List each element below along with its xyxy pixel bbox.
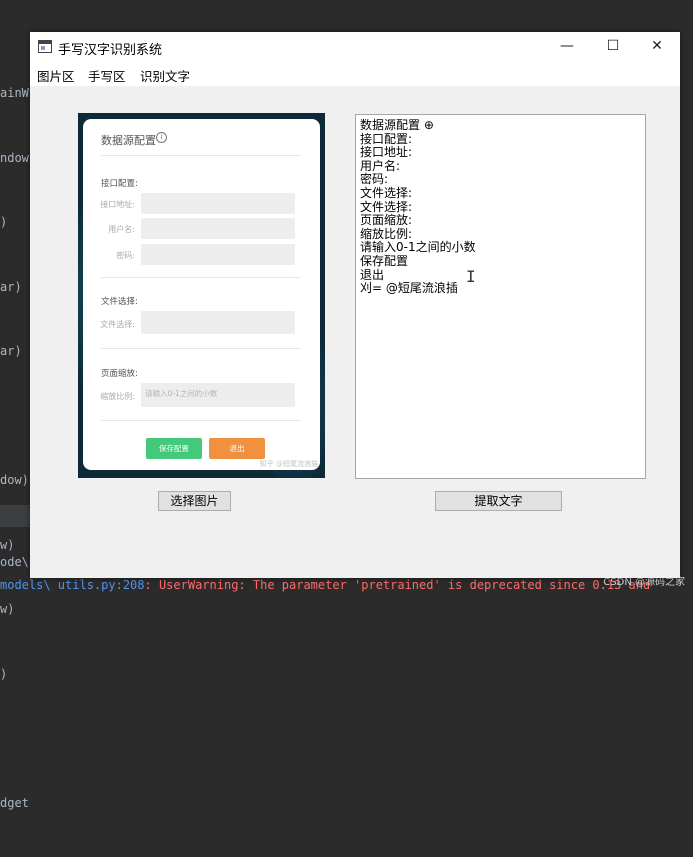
screenshot-config-card: 数据源配置 i 接口配置: 接口地址: 用户名: 密码: 文件选择: 文件选择:… bbox=[83, 119, 320, 470]
text-line: 刈= @短尾流浪插 bbox=[360, 281, 458, 296]
text-line: 数据源配置 ⊕ bbox=[360, 118, 434, 132]
label-password: 密码: bbox=[116, 251, 135, 260]
menu-item-handwriting-area[interactable]: 手写区 bbox=[88, 66, 126, 85]
window-title: 手写汉字识别系统 bbox=[58, 43, 163, 58]
app-window-icon bbox=[38, 40, 52, 53]
console-file-link[interactable]: models\ utils.py:208 bbox=[0, 578, 145, 592]
label-interface-address: 接口地址: bbox=[100, 200, 135, 209]
code-line: ar) bbox=[0, 344, 22, 358]
ide-bottom-fragment: ode\ bbox=[0, 555, 29, 569]
password-field bbox=[141, 244, 295, 265]
text-line: 接口地址: bbox=[360, 145, 413, 160]
label-username: 用户名: bbox=[108, 225, 135, 234]
divider bbox=[101, 420, 301, 421]
text-line: 文件选择: bbox=[360, 185, 413, 200]
card-save-button: 保存配置 bbox=[146, 438, 202, 459]
console-warning-text: : UserWarning: The parameter 'pretrained… bbox=[144, 578, 651, 592]
divider bbox=[101, 277, 301, 278]
select-image-button[interactable]: 选择图片 bbox=[158, 491, 231, 511]
info-icon: i bbox=[156, 132, 167, 143]
title-bar: 手写汉字识别系统 — ☐ ✕ bbox=[30, 32, 680, 62]
code-line: w) bbox=[0, 602, 15, 616]
recognized-text-lines: 数据源配置 ⊕ 接口配置: 接口地址: 用户名: 密码: 文件选择: 文件选择:… bbox=[360, 118, 476, 296]
code-line: dow) bbox=[0, 473, 29, 487]
extract-text-button[interactable]: 提取文字 bbox=[435, 491, 562, 511]
ide-code-fragments: ainW ndow ) ar) ar) dow) w) w) ) dget bbox=[0, 40, 30, 857]
code-line: ) bbox=[0, 666, 8, 681]
text-cursor-icon: I bbox=[466, 267, 476, 286]
text-line: 页面缩放: bbox=[360, 213, 413, 228]
ide-panel-strip bbox=[0, 505, 30, 527]
section-page-zoom: 页面缩放: bbox=[101, 369, 138, 379]
divider bbox=[101, 155, 301, 156]
code-line: dget bbox=[0, 795, 29, 810]
card-watermark: 知乎 @短尾流浪猫 bbox=[259, 460, 318, 468]
username-field bbox=[141, 218, 295, 239]
divider bbox=[101, 348, 301, 349]
card-title: 数据源配置 bbox=[101, 134, 156, 147]
text-line: 请输入0-1之间的小数 bbox=[360, 240, 476, 255]
file-select-field bbox=[141, 311, 295, 334]
zoom-ratio-field: 请输入0-1之间的小数 bbox=[141, 383, 295, 407]
section-interface-config: 接口配置: bbox=[101, 179, 138, 189]
image-display-panel: 数据源配置 i 接口配置: 接口地址: 用户名: 密码: 文件选择: 文件选择:… bbox=[78, 113, 325, 478]
code-line: ) bbox=[0, 215, 8, 229]
zoom-placeholder: 请输入0-1之间的小数 bbox=[145, 389, 218, 398]
text-line: 保存配置 bbox=[360, 253, 409, 268]
text-line: 密码: bbox=[360, 172, 389, 187]
code-line: w) bbox=[0, 537, 15, 552]
code-line: ar) bbox=[0, 279, 22, 294]
section-file-select: 文件选择: bbox=[101, 297, 138, 307]
label-zoom-ratio: 缩放比例: bbox=[100, 392, 135, 401]
card-exit-button: 退出 bbox=[209, 438, 265, 459]
code-line: ainW bbox=[0, 86, 29, 100]
maximize-button[interactable]: ☐ bbox=[590, 32, 636, 62]
recognized-text-area[interactable]: 数据源配置 ⊕ 接口配置: 接口地址: 用户名: 密码: 文件选择: 文件选择:… bbox=[355, 114, 646, 479]
menu-item-recognized-text[interactable]: 识别文字 bbox=[140, 66, 190, 85]
interface-address-field bbox=[141, 193, 295, 214]
close-button[interactable]: ✕ bbox=[634, 32, 680, 62]
menu-item-image-area[interactable]: 图片区 bbox=[37, 66, 75, 85]
console-output: models\ utils.py:208: UserWarning: The p… bbox=[0, 578, 693, 593]
label-file-select: 文件选择: bbox=[100, 320, 135, 329]
menu-bar: 图片区 手写区 识别文字 bbox=[30, 62, 680, 86]
minimize-button[interactable]: — bbox=[544, 32, 590, 62]
code-line: ndow bbox=[0, 150, 29, 165]
app-window: 手写汉字识别系统 — ☐ ✕ 图片区 手写区 识别文字 数据源配置 i 接口配置… bbox=[30, 32, 680, 578]
